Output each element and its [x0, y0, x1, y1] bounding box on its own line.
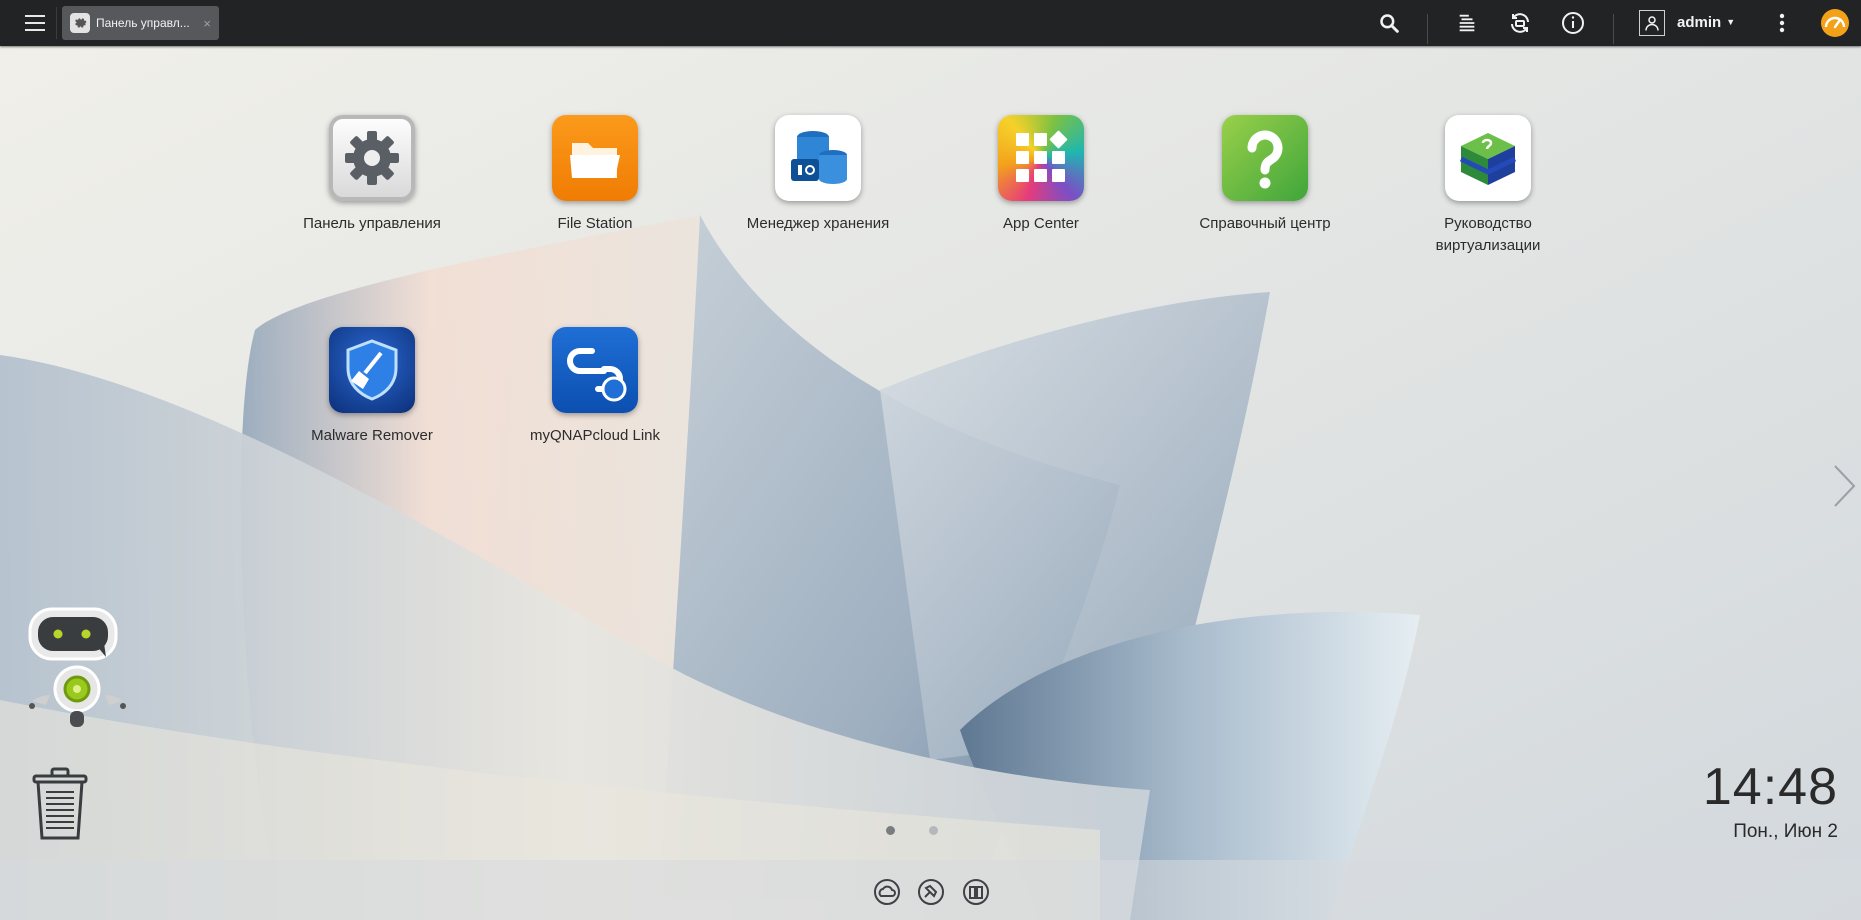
app-virtualization-guide[interactable]: Руководство виртуализации [1403, 115, 1573, 257]
app-label: File Station [557, 215, 633, 232]
myqnapcloud-dock-icon[interactable] [873, 878, 901, 906]
page-indicator [886, 826, 938, 835]
gear-icon [70, 13, 90, 33]
folder-icon [552, 115, 638, 201]
guide-book-dock-icon[interactable] [962, 878, 990, 906]
more-options-icon[interactable] [1767, 8, 1797, 38]
tools-dock-icon[interactable] [917, 878, 945, 906]
control-panel-gear-icon [329, 115, 415, 201]
user-avatar-icon[interactable] [1639, 10, 1665, 36]
search-icon[interactable] [1374, 8, 1404, 38]
menu-icon-line [25, 22, 45, 24]
app-storage-manager[interactable]: Менеджер хранения [733, 115, 903, 235]
app-control-panel[interactable]: Панель управления [287, 115, 457, 235]
page-dot[interactable] [929, 826, 938, 835]
app-label: Менеджер хранения [746, 215, 890, 232]
user-menu[interactable]: admin ▼ [1677, 14, 1735, 31]
clock-date: Пон., Июн 2 [1733, 821, 1838, 842]
question-mark-icon [1222, 115, 1308, 201]
tab-label: Панель управл... [96, 16, 190, 30]
page-dot-active[interactable] [886, 826, 895, 835]
app-malware-remover[interactable]: Malware Remover [287, 327, 457, 447]
toolbar-divider [1613, 14, 1614, 44]
app-label: Malware Remover [311, 427, 433, 444]
close-tab-icon[interactable]: × [203, 16, 211, 31]
caret-down-icon: ▼ [1726, 17, 1736, 27]
backup-sync-icon[interactable] [1505, 8, 1535, 38]
main-menu-button[interactable] [14, 7, 57, 39]
menu-icon-line [25, 29, 45, 31]
clock-time: 14:48 [1702, 758, 1838, 816]
app-grid-icon [998, 115, 1084, 201]
next-page-arrow-icon[interactable] [1832, 463, 1858, 514]
app-label: Руководство виртуализации [1435, 215, 1541, 254]
app-myqnapcloud-link[interactable]: myQNAPcloud Link [510, 327, 680, 447]
menu-icon-line [25, 15, 45, 17]
app-help-center[interactable]: Справочный центр [1180, 115, 1350, 235]
desktop-wallpaper [0, 0, 1861, 920]
task-monitor-icon[interactable] [1452, 8, 1482, 38]
dashboard-gauge-icon[interactable] [1820, 8, 1850, 38]
app-app-center[interactable]: App Center [956, 115, 1126, 235]
info-icon[interactable] [1558, 8, 1588, 38]
cloud-link-icon [552, 327, 638, 413]
app-label: Справочный центр [1199, 215, 1331, 232]
trash-bin-icon[interactable] [28, 766, 92, 847]
storage-database-icon [775, 115, 861, 201]
app-label: myQNAPcloud Link [529, 427, 661, 444]
app-label: App Center [1003, 215, 1079, 232]
toolbar-divider [1427, 14, 1428, 44]
assistant-robot-icon[interactable] [20, 605, 135, 740]
tab-control-panel[interactable]: Панель управл... × [62, 6, 219, 40]
shield-broom-icon [329, 327, 415, 413]
app-label: Панель управления [303, 215, 441, 232]
virtualization-cube-icon [1445, 115, 1531, 201]
app-file-station[interactable]: File Station [510, 115, 680, 235]
top-bar: Панель управл... × admin ▼ [0, 0, 1861, 46]
username: admin [1677, 14, 1722, 31]
